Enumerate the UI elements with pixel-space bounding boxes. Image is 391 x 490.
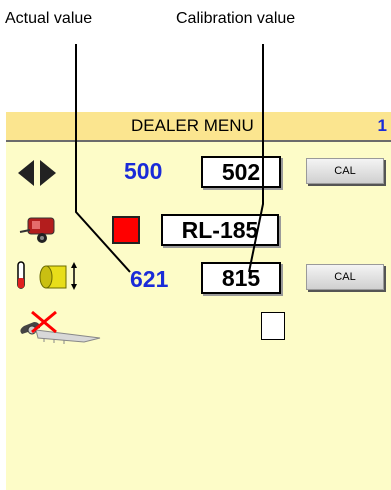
calibration-value-callout: Calibration value bbox=[176, 10, 296, 27]
wrap-actual-value: 500 bbox=[124, 158, 163, 184]
dealer-menu-screen: DEALER MENU 1 500 502 CAL RL-185 621 815… bbox=[6, 112, 391, 490]
wrap-arrows-icon bbox=[18, 160, 56, 186]
wrap-cal-button[interactable]: CAL bbox=[306, 158, 384, 184]
page-number: 1 bbox=[377, 116, 387, 135]
bale-size-cal-button[interactable]: CAL bbox=[306, 264, 384, 290]
title-bar: DEALER MENU 1 bbox=[6, 112, 391, 142]
wrap-calibration-field[interactable]: 502 bbox=[201, 156, 281, 188]
baler-model-field[interactable]: RL-185 bbox=[161, 214, 279, 246]
knife-checkbox[interactable] bbox=[261, 312, 285, 340]
baler-status-swatch bbox=[112, 216, 140, 244]
knife-disabled-icon bbox=[20, 310, 101, 344]
baler-icon bbox=[19, 217, 55, 243]
bale-size-actual-value: 621 bbox=[130, 266, 169, 292]
actual-value-callout: Actual value bbox=[5, 10, 93, 27]
bale-size-calibration-field[interactable]: 815 bbox=[201, 262, 281, 294]
bale-size-icon bbox=[17, 261, 77, 290]
page-title: DEALER MENU bbox=[131, 116, 254, 135]
